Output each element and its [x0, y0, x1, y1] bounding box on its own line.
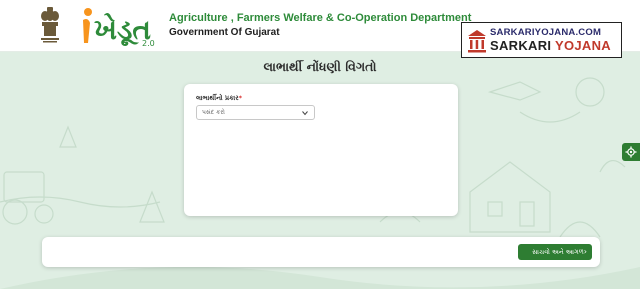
settings-side-tab[interactable]: [622, 143, 640, 161]
sarkari-yojana-watermark: SARKARIYOJANA.COM SARKARI YOJANA: [461, 22, 622, 58]
logo-version: 2.0: [142, 39, 155, 48]
registration-form-card: લાભાર્થીનો પ્રકાર* પસંદ કરો: [184, 84, 458, 216]
beneficiary-type-label: લાભાર્થીનો પ્રકાર*: [196, 94, 242, 103]
watermark-brand-part1: SARKARI: [490, 38, 552, 53]
gear-icon: [625, 146, 637, 158]
save-and-next-label: સાચવો અને આગળ: [532, 248, 584, 256]
department-title: Agriculture , Farmers Welfare & Co-Opera…: [169, 12, 472, 24]
watermark-brand: SARKARI YOJANA: [490, 38, 611, 53]
select-placeholder: પસંદ કરો: [202, 109, 225, 116]
form-footer-card: સાચવો અને આગળ ›: [42, 237, 600, 267]
chevron-right-icon: ›: [583, 247, 587, 256]
building-icon: [468, 30, 486, 53]
ashoka-emblem-icon: [41, 7, 59, 43]
chevron-down-icon: [302, 111, 308, 116]
beneficiary-type-label-text: લાભાર્થીનો પ્રકાર: [196, 94, 239, 102]
watermark-site: SARKARIYOJANA.COM: [490, 27, 602, 38]
watermark-brand-part2: YOJANA: [555, 38, 611, 53]
government-title: Government Of Gujarat: [169, 27, 280, 38]
ikhedut-logo: ખેડૂત 2.0: [83, 8, 155, 48]
save-and-next-button[interactable]: સાચવો અને આગળ ›: [518, 244, 592, 260]
beneficiary-type-select[interactable]: પસંદ કરો: [196, 105, 315, 120]
page-title: લાભાર્થી નોંધણી વિગતો: [263, 59, 377, 74]
required-mark: *: [238, 94, 243, 102]
